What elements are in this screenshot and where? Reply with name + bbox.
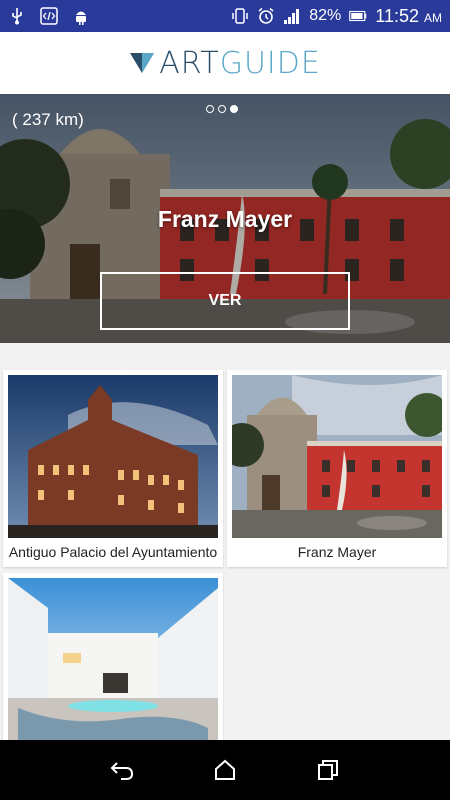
code-icon	[40, 7, 58, 25]
place-image	[8, 578, 218, 741]
battery-icon	[349, 7, 367, 25]
logo-text: ARTGUIDE	[159, 46, 321, 81]
logo-triangle-icon	[130, 53, 155, 73]
android-icon	[72, 7, 90, 25]
signal-icon	[283, 7, 301, 25]
ver-button[interactable]: VER	[100, 272, 350, 330]
place-image	[8, 375, 218, 538]
place-card[interactable]	[3, 573, 223, 741]
featured-title: Franz Mayer	[157, 206, 293, 232]
home-button[interactable]	[211, 756, 239, 784]
system-navigation-bar	[0, 740, 450, 800]
vibrate-icon	[231, 7, 249, 25]
carousel-dot-2[interactable]	[218, 105, 226, 113]
place-name: Antiguo Palacio del Ayuntamiento	[8, 544, 218, 560]
clock-ampm: AM	[424, 10, 442, 25]
carousel-dot-3[interactable]	[230, 105, 238, 113]
artguide-logo: ARTGUIDE	[129, 46, 321, 81]
clock-time: 11:52	[375, 5, 419, 26]
place-card[interactable]: Antiguo Palacio del Ayuntamiento	[3, 370, 223, 567]
logo-art: ART	[159, 45, 220, 81]
carousel-indicators	[206, 105, 238, 113]
recents-icon	[318, 760, 339, 780]
place-name: Franz Mayer	[297, 544, 377, 560]
recents-button[interactable]	[314, 756, 342, 784]
featured-carousel[interactable]: ( 237 km) Franz Mayer VER	[0, 94, 450, 343]
places-grid: Antiguo Palacio del Ayuntamiento Franz M…	[0, 343, 450, 741]
status-bar: 82% 11:52 AM	[0, 0, 450, 32]
logo-guide: GUIDE	[219, 45, 321, 81]
app-header: ARTGUIDE	[0, 32, 450, 94]
home-icon	[214, 759, 235, 780]
distance-label: ( 237 km)	[12, 110, 84, 129]
back-button[interactable]	[108, 756, 136, 784]
back-icon	[110, 762, 133, 780]
alarm-icon	[257, 7, 275, 25]
usb-icon	[8, 7, 26, 25]
clock: 11:52 AM	[375, 6, 442, 27]
battery-percent: 82%	[309, 7, 342, 24]
place-card[interactable]: Franz Mayer	[227, 370, 447, 567]
place-image	[232, 375, 442, 538]
carousel-dot-1[interactable]	[206, 105, 214, 113]
